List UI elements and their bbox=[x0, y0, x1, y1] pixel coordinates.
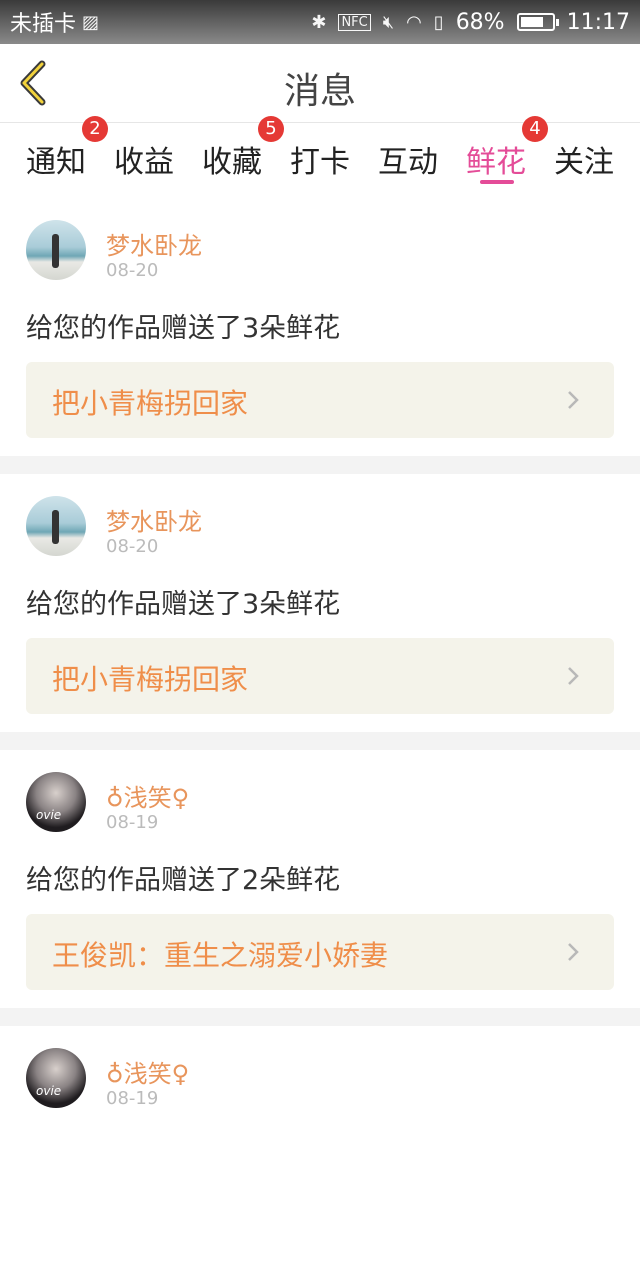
status-bar: 未插卡 ▨ ✱ NFC 🔇︎ ◠ ▯ 68% 11:17 bbox=[0, 0, 640, 44]
message-text: 给您的作品赠送了3朵鲜花 bbox=[26, 589, 341, 620]
tab-follow[interactable]: 关注 bbox=[554, 137, 614, 181]
header: 消息 bbox=[0, 44, 640, 123]
active-tab-indicator bbox=[480, 180, 514, 184]
message-date: 08-20 bbox=[106, 260, 159, 281]
work-link[interactable]: 王俊凯：重生之溺爱小娇妻 bbox=[26, 914, 614, 990]
wifi-icon: ◠ bbox=[406, 11, 422, 33]
work-link[interactable]: 把小青梅拐回家 bbox=[26, 638, 614, 714]
battery-percent: 68% bbox=[455, 9, 505, 35]
chevron-right-icon bbox=[568, 943, 579, 961]
tab-notifications[interactable]: 通知 bbox=[26, 137, 86, 181]
message-list: 梦水卧龙 08-20 给您的作品赠送了3朵鲜花 把小青梅拐回家 梦水卧龙 08-… bbox=[0, 198, 640, 1284]
message-date: 08-19 bbox=[106, 812, 159, 833]
message-text: 给您的作品赠送了3朵鲜花 bbox=[26, 313, 341, 344]
avatar[interactable]: ovie bbox=[26, 1048, 86, 1108]
bluetooth-icon: ✱ bbox=[311, 11, 327, 33]
message-date: 08-19 bbox=[106, 1088, 159, 1109]
avatar[interactable]: ovie bbox=[26, 772, 86, 832]
message-date: 08-20 bbox=[106, 536, 159, 557]
image-icon: ▨ bbox=[82, 11, 100, 33]
chevron-right-icon bbox=[568, 667, 579, 685]
list-item: 梦水卧龙 08-20 给您的作品赠送了3朵鲜花 把小青梅拐回家 bbox=[0, 198, 640, 456]
favorites-badge: 5 bbox=[258, 116, 284, 142]
work-title: 把小青梅拐回家 bbox=[52, 387, 249, 420]
user-name[interactable]: 梦水卧龙 bbox=[106, 226, 202, 261]
carrier-text: 未插卡 bbox=[10, 12, 77, 37]
sim-icon: ▯ bbox=[433, 11, 444, 33]
work-title: 王俊凯：重生之溺爱小娇妻 bbox=[52, 939, 389, 972]
user-name[interactable]: 梦水卧龙 bbox=[106, 502, 202, 537]
clock: 11:17 bbox=[566, 9, 630, 35]
flowers-badge: 4 bbox=[522, 116, 548, 142]
battery-icon bbox=[516, 13, 559, 31]
list-item: ovie ♁浅笑♀ 08-19 bbox=[0, 1026, 640, 1284]
avatar[interactable] bbox=[26, 220, 86, 280]
user-name[interactable]: ♁浅笑♀ bbox=[106, 778, 189, 813]
tab-earnings[interactable]: 收益 bbox=[114, 137, 174, 181]
nfc-icon: NFC bbox=[338, 13, 371, 31]
divider bbox=[0, 1008, 640, 1026]
chevron-right-icon bbox=[568, 391, 579, 409]
page-title: 消息 bbox=[283, 71, 356, 112]
user-name[interactable]: ♁浅笑♀ bbox=[106, 1054, 189, 1089]
tab-flowers[interactable]: 鲜花 bbox=[466, 137, 526, 181]
work-link[interactable]: 把小青梅拐回家 bbox=[26, 362, 614, 438]
list-item: 梦水卧龙 08-20 给您的作品赠送了3朵鲜花 把小青梅拐回家 bbox=[0, 474, 640, 732]
message-text: 给您的作品赠送了2朵鲜花 bbox=[26, 865, 341, 896]
divider bbox=[0, 456, 640, 474]
list-item: ovie ♁浅笑♀ 08-19 给您的作品赠送了2朵鲜花 王俊凯：重生之溺爱小娇… bbox=[0, 750, 640, 1008]
notifications-badge: 2 bbox=[82, 116, 108, 142]
avatar[interactable] bbox=[26, 496, 86, 556]
divider bbox=[0, 732, 640, 750]
mute-icon: 🔇︎ bbox=[382, 11, 395, 33]
work-title: 把小青梅拐回家 bbox=[52, 663, 249, 696]
tab-interactions[interactable]: 互动 bbox=[378, 137, 438, 181]
tab-favorites[interactable]: 收藏 bbox=[202, 137, 262, 181]
tab-checkin[interactable]: 打卡 bbox=[290, 137, 350, 181]
